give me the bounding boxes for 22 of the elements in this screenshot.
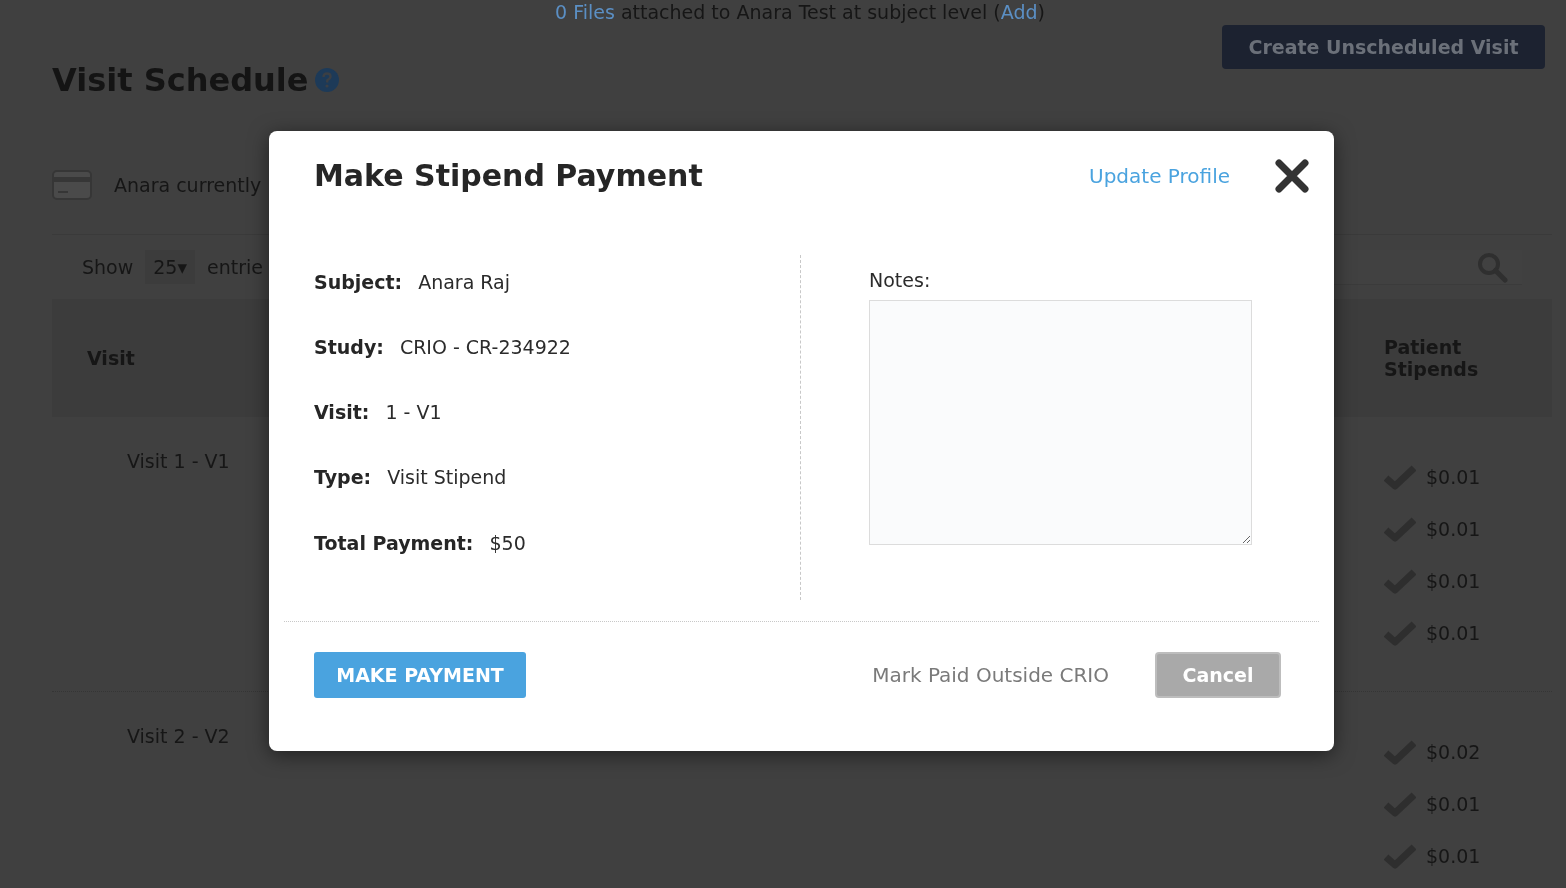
notes-label: Notes: [869, 268, 932, 292]
field-value: CRIO - CR-234922 [399, 335, 571, 359]
close-icon[interactable] [1275, 159, 1309, 193]
notice-link[interactable]: Add [1000, 1, 1038, 23]
field-label: Total Payment: [314, 531, 474, 555]
field-value: $50 [489, 531, 526, 555]
notes-field[interactable] [869, 300, 1252, 545]
field-label: Study: [314, 335, 384, 359]
notice-link[interactable]: 0 Files [555, 1, 615, 23]
mark-paid-outside-link[interactable]: Mark Paid Outside CRIO [526, 663, 1109, 687]
field-value: Anara Raj [418, 270, 511, 294]
field-label: Type: [314, 465, 372, 489]
make-payment-button[interactable]: MAKE PAYMENT [314, 652, 526, 698]
field-value: 1 - V1 [385, 400, 442, 424]
create-visit-button[interactable]: Create Unscheduled Visit [1222, 25, 1545, 69]
help-icon[interactable] [314, 67, 341, 93]
cancel-button[interactable]: Cancel [1155, 652, 1281, 698]
modal-title: Make Stipend Payment [314, 157, 704, 195]
field-value: Visit Stipend [387, 465, 507, 489]
field-label: Visit: [314, 400, 370, 424]
field-label: Subject: [314, 270, 403, 294]
update-profile-link[interactable]: Update Profile [1089, 164, 1230, 188]
